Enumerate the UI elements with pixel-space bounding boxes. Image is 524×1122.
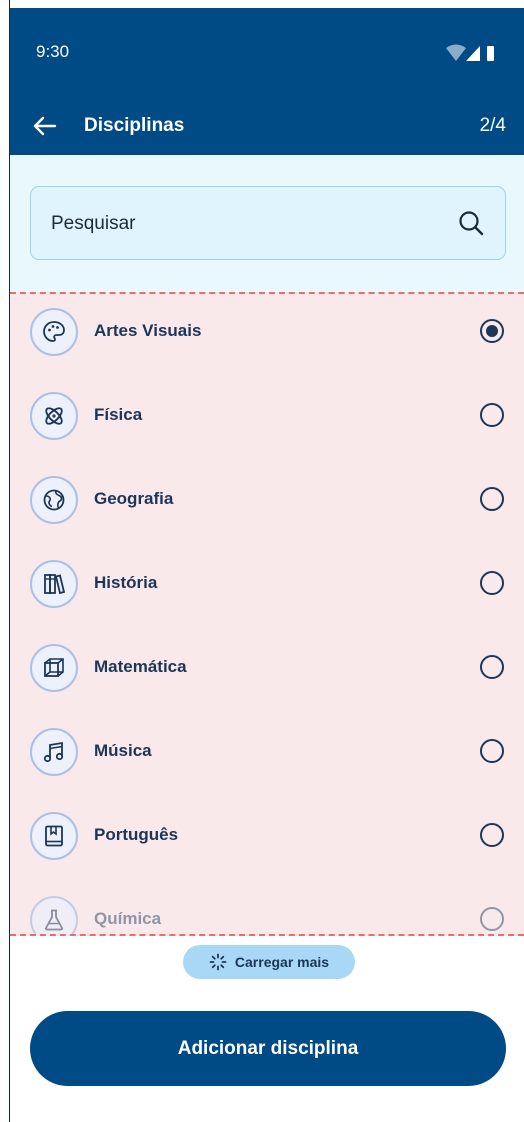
music-note-icon xyxy=(30,728,78,776)
list-item-artes-visuais[interactable]: Artes Visuais xyxy=(10,294,524,370)
list-item-label: Matemática xyxy=(94,657,187,676)
page-title: Disciplinas xyxy=(84,115,185,136)
subject-list: Artes Visuais Física Geografia História xyxy=(10,292,524,936)
signal-icon xyxy=(466,46,480,61)
search-box[interactable] xyxy=(30,186,506,260)
step-indicator: 2/4 xyxy=(479,115,506,136)
list-item-geografia[interactable]: Geografia xyxy=(10,462,524,538)
globe-icon xyxy=(30,476,78,524)
radio-selected[interactable] xyxy=(480,319,504,343)
atom-icon xyxy=(30,392,78,440)
search-section xyxy=(10,155,524,293)
app-bar: 9:30 Disciplinas 2/4 xyxy=(10,8,524,155)
load-more-label: Carregar mais xyxy=(234,954,330,970)
list-item-quimica[interactable]: Química xyxy=(10,882,524,934)
list-item-matematica[interactable]: Matemática xyxy=(10,630,524,706)
radio-unselected[interactable] xyxy=(480,655,504,679)
list-item-label: Física xyxy=(94,405,143,424)
list-item-historia[interactable]: História xyxy=(10,546,524,622)
list-item-label: Artes Visuais xyxy=(94,321,202,340)
radio-unselected[interactable] xyxy=(480,907,504,931)
add-discipline-label: Adicionar disciplina xyxy=(177,1037,359,1059)
radio-unselected[interactable] xyxy=(480,823,504,847)
arrow-left-icon[interactable] xyxy=(30,111,60,141)
app-screen: 9:30 Disciplinas 2/4 Artes Visuais xyxy=(10,0,524,1122)
add-discipline-button[interactable]: Adicionar disciplina xyxy=(30,1011,506,1086)
list-item-label: Química xyxy=(94,909,162,928)
radio-unselected[interactable] xyxy=(480,571,504,595)
status-time: 9:30 xyxy=(36,42,70,61)
book-bookmark-icon xyxy=(30,812,78,860)
cube-icon xyxy=(30,644,78,692)
list-item-label: Música xyxy=(94,741,152,760)
list-item-fisica[interactable]: Física xyxy=(10,378,524,454)
radio-unselected[interactable] xyxy=(480,739,504,763)
battery-icon xyxy=(487,46,494,61)
flask-icon xyxy=(30,896,78,934)
list-item-portugues[interactable]: Português xyxy=(10,798,524,874)
status-icons xyxy=(446,44,494,61)
radio-unselected[interactable] xyxy=(480,487,504,511)
search-input[interactable] xyxy=(51,209,431,239)
spinner-icon xyxy=(209,953,227,971)
palette-icon xyxy=(30,308,78,356)
wifi-icon xyxy=(446,44,466,61)
list-item-label: História xyxy=(94,573,158,592)
search-icon[interactable] xyxy=(457,209,485,237)
books-icon xyxy=(30,560,78,608)
list-item-musica[interactable]: Música xyxy=(10,714,524,790)
list-item-label: Geografia xyxy=(94,489,174,508)
list-item-label: Português xyxy=(94,825,179,844)
radio-unselected[interactable] xyxy=(480,403,504,427)
load-more-button[interactable]: Carregar mais xyxy=(183,945,355,979)
